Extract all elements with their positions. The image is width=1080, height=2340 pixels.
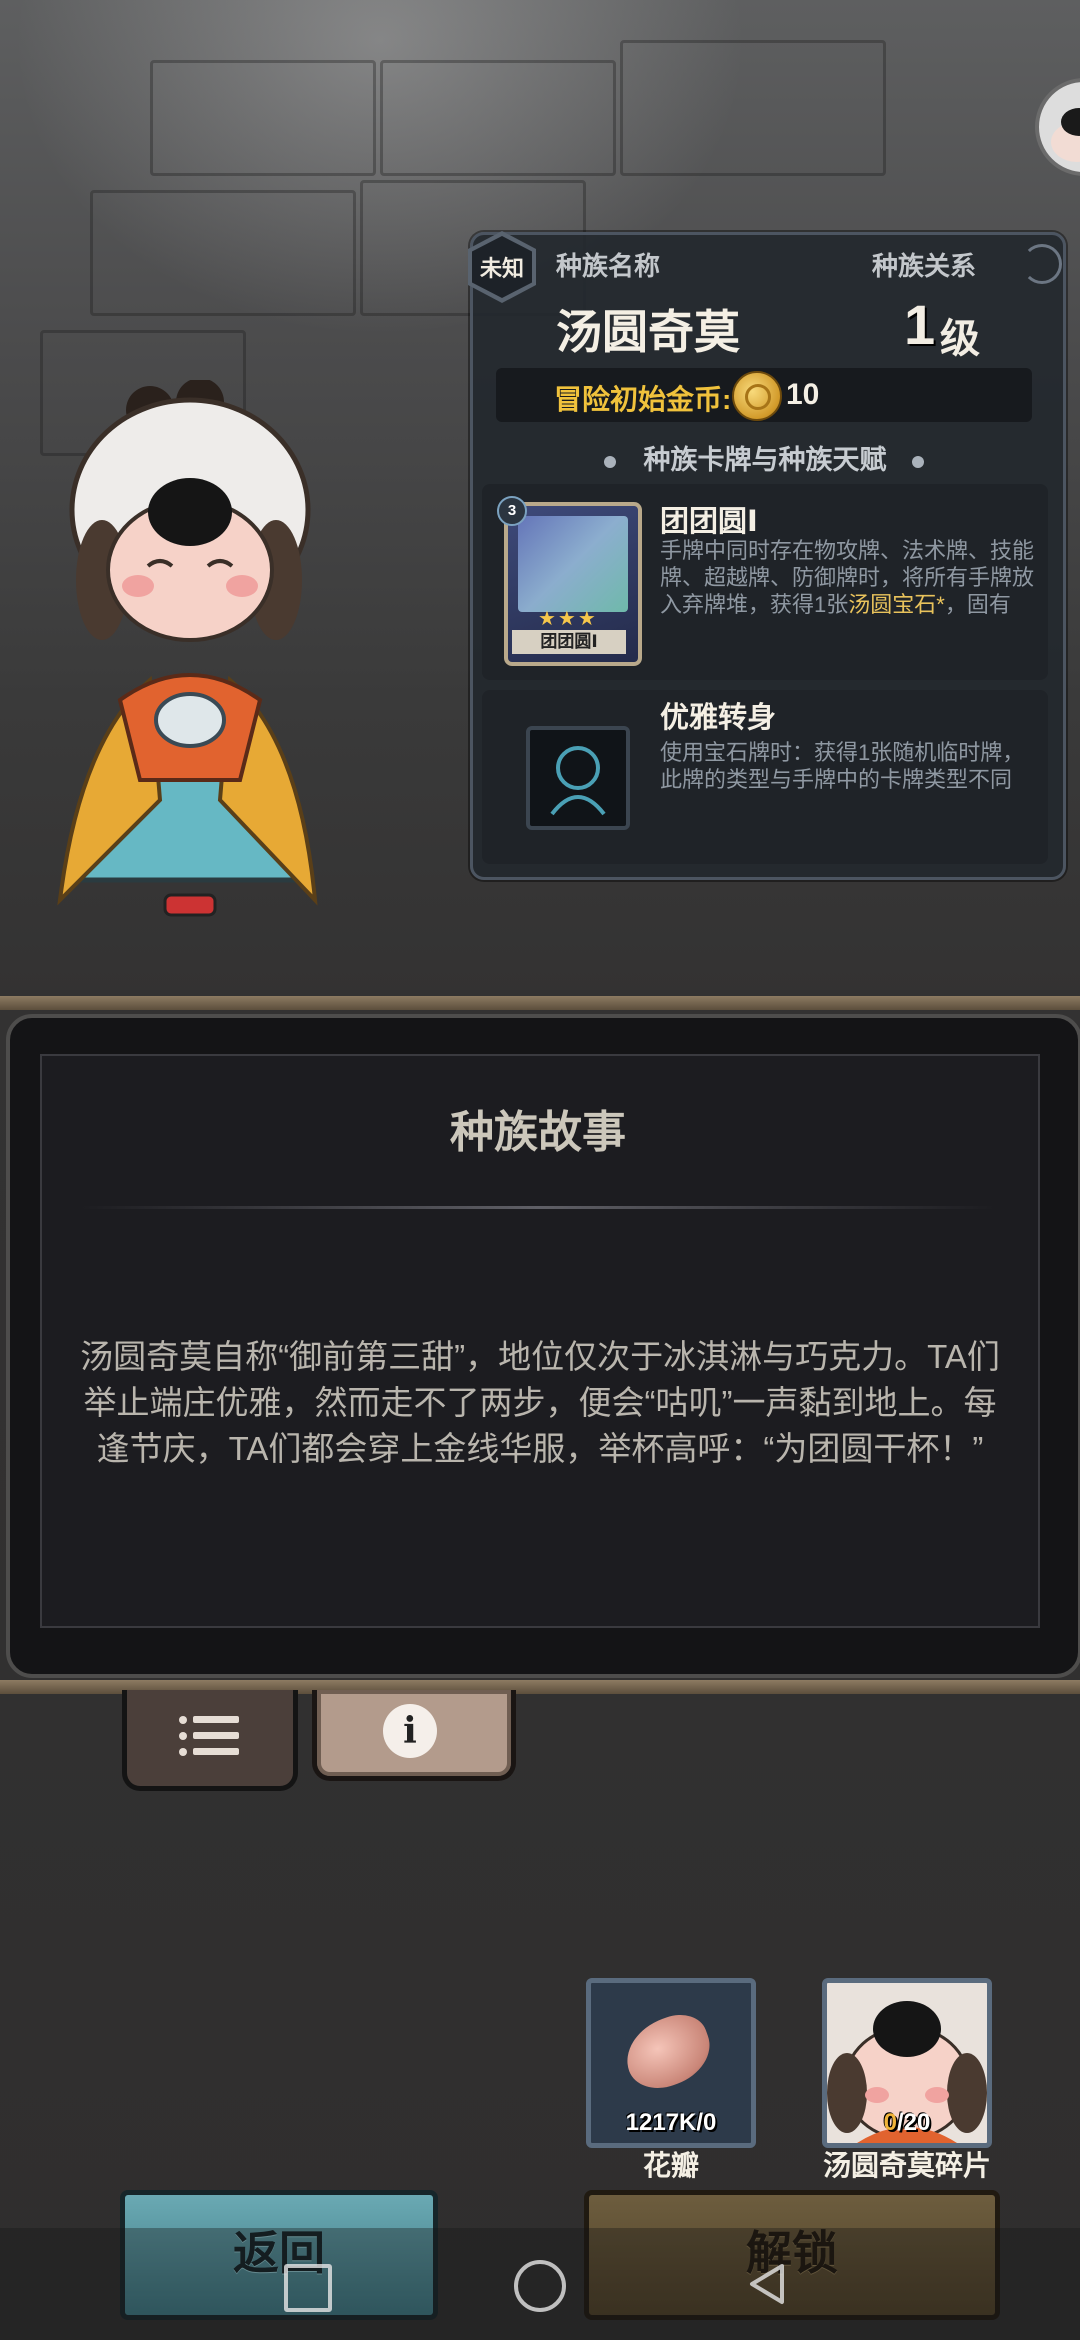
race-card-thumbnail[interactable]: ★★★ 团团圆Ⅰ (504, 502, 642, 666)
race-relation-button[interactable]: 种族关系 (872, 246, 976, 283)
talent-description: 使用宝石牌时：获得1张随机临时牌，此牌的类型与手牌中的卡牌类型不同 (660, 740, 1025, 792)
card-stars: ★★★ (538, 608, 598, 630)
resource-petal-count: 1217K/0 (625, 2109, 717, 2136)
race-card-title: 团团圆Ⅰ (660, 506, 758, 538)
race-level-value: 1 (904, 293, 936, 356)
list-icon (179, 1716, 239, 1758)
story-divider (80, 1206, 996, 1209)
race-name-label: 种族名称 (556, 251, 661, 281)
resource-fragment-count: 0/20 (883, 2109, 931, 2136)
story-title: 种族故事 (450, 1108, 626, 1157)
tab-info[interactable]: i (312, 1690, 516, 1781)
race-level-unit: 级 (940, 317, 980, 361)
nav-back-icon[interactable] (744, 2260, 792, 2308)
nav-home-icon[interactable] (514, 2260, 566, 2312)
nav-square-icon[interactable] (284, 2264, 332, 2312)
story-banner-top (0, 996, 1080, 1010)
card-cost-badge: 3 (497, 496, 527, 526)
tab-list[interactable] (122, 1690, 298, 1791)
resource-fragment[interactable]: 0/20 (822, 1978, 992, 2148)
talent-icon (526, 726, 630, 830)
petal-icon (616, 2006, 720, 2098)
swirl-icon[interactable] (1022, 244, 1062, 284)
info-icon: i (383, 1704, 437, 1758)
race-character-illustration (40, 378, 400, 940)
divider-dot-right (912, 456, 924, 468)
starting-gold-label: 冒险初始金币: (554, 384, 732, 415)
resource-fragment-name: 汤圆奇莫碎片 (822, 2150, 991, 2181)
race-card-talent-title: 种族卡牌与种族天赋 (643, 445, 887, 475)
coin-icon (732, 371, 782, 421)
race-name: 汤圆奇莫 (556, 306, 740, 358)
starting-gold-value: 10 (786, 378, 820, 411)
resource-petal-name: 花瓣 (642, 2150, 699, 2181)
talent-title: 优雅转身 (660, 702, 777, 734)
race-card-description: 手牌中同时存在物攻牌、法术牌、技能牌、超越牌、防御牌时，将所有手牌放入弃牌堆，获… (660, 538, 1035, 617)
story-text: 汤圆奇莫自称“御前第三甜”，地位仅次于冰淇淋与巧克力。TA们举止端庄优雅，然而走… (80, 1338, 1000, 1467)
card-thumbnail-name: 团团圆Ⅰ (512, 630, 626, 654)
resource-petal[interactable]: 1217K/0 (586, 1978, 756, 2148)
